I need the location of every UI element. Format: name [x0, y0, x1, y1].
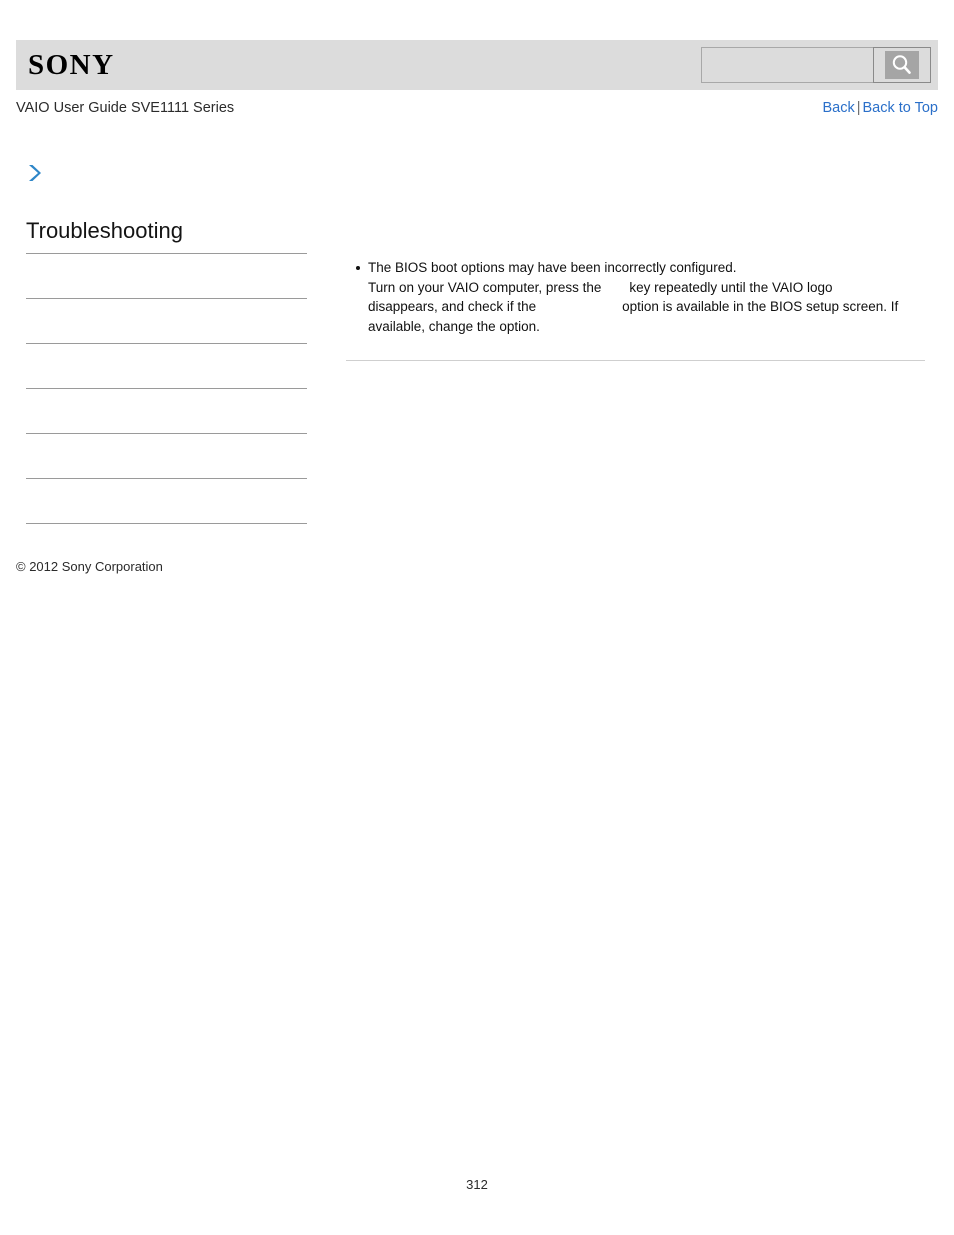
sidebar-item[interactable] — [26, 254, 307, 299]
sub-header: VAIO User Guide SVE1111 Series Back | Back… — [16, 100, 938, 122]
bullet-line-2a: Turn on your VAIO computer, press the — [368, 279, 602, 295]
sidebar-item[interactable] — [26, 434, 307, 479]
sidebar: Troubleshooting — [26, 218, 307, 524]
link-separator: | — [856, 100, 861, 116]
page-number: 312 — [466, 1177, 488, 1192]
main-content: The BIOS boot options may have been inco… — [346, 258, 926, 362]
search-icon — [885, 51, 919, 79]
search-area — [701, 47, 931, 83]
troubleshooting-list: The BIOS boot options may have been inco… — [346, 258, 926, 336]
bullet-line-1: The BIOS boot options may have been inco… — [368, 260, 737, 275]
header-nav-links: Back | Back to Top — [822, 100, 938, 116]
content-divider — [346, 360, 925, 362]
sidebar-item-label — [26, 434, 307, 440]
back-to-top-link[interactable]: Back to Top — [862, 100, 938, 116]
search-button[interactable] — [873, 47, 931, 83]
back-link[interactable]: Back — [822, 100, 854, 116]
bullet-line-3b: option is available in the BIOS setup sc… — [622, 299, 899, 315]
bullet-line-3a: disappears, and check if the — [368, 299, 537, 315]
site-header: SONY — [16, 40, 938, 90]
sidebar-item-label — [26, 344, 307, 350]
sidebar-item[interactable] — [26, 389, 307, 434]
chevron-right-icon[interactable] — [26, 163, 44, 183]
sidebar-item-divider — [26, 523, 307, 524]
sidebar-item-label — [26, 254, 307, 260]
sidebar-item-label — [26, 389, 307, 395]
search-input[interactable] — [701, 47, 873, 83]
page-title: Troubleshooting — [26, 218, 183, 243]
sony-logo: SONY — [28, 49, 115, 81]
copyright-notice: © 2012 Sony Corporation — [16, 559, 163, 574]
sidebar-item-label — [26, 299, 307, 305]
bullet-line-2b: key repeatedly until the VAIO logo — [629, 279, 833, 295]
list-item: The BIOS boot options may have been inco… — [356, 258, 926, 336]
sidebar-item-label — [26, 479, 307, 485]
sidebar-item[interactable] — [26, 479, 307, 524]
bullet-line-4: available, change the option. — [368, 318, 540, 334]
sidebar-item[interactable] — [26, 344, 307, 389]
sidebar-item[interactable] — [26, 299, 307, 344]
guide-title: VAIO User Guide SVE1111 Series — [16, 100, 235, 116]
